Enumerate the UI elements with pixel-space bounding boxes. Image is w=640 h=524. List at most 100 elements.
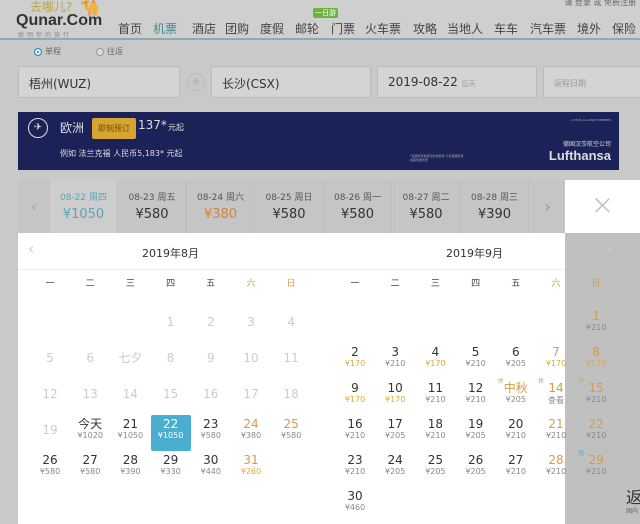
nav-item[interactable]: 车车 [494,20,518,37]
nav-item[interactable]: 酒店 [192,20,216,37]
date-strip-item[interactable]: 08-27 周二 ¥580 [392,180,461,233]
nav-item[interactable]: 门票 [331,20,355,37]
date-strip-prev-button[interactable]: ‹ [18,180,50,233]
login-links[interactable]: 请 登录 或 免费注册 [564,0,636,8]
calendar-day[interactable]: 24 ¥205 [375,451,415,487]
day-price: ¥210 [586,467,607,476]
calendar-day[interactable]: 21 ¥210 [536,415,576,451]
calendar-day[interactable]: 20 ¥210 [496,415,536,451]
close-calendar-button[interactable]: × [565,180,640,233]
nav-item[interactable]: 团购 [225,20,249,37]
logo[interactable]: Qunar.Com [16,12,102,30]
calendar-day[interactable]: 18 ¥210 [415,415,455,451]
radio-round-trip[interactable]: 往返 [96,46,123,57]
calendar-day[interactable]: 中秋 ¥205 休 [496,378,536,415]
lufthansa-ad-banner[interactable]: ✈ 欧洲 即刻预订 137* 元起 例如 法兰克福 人民币5,183* 元起 *… [18,112,619,170]
date-strip-item[interactable]: 08-22 周四 ¥1050 [50,180,118,233]
nav-item[interactable]: 火车票 [365,20,401,37]
nav-item[interactable]: 机票 [153,20,177,37]
calendar-day[interactable]: 30 ¥440 [191,451,231,487]
day-number: 4 [287,315,295,329]
calendar-day[interactable]: 28 ¥390 [110,451,150,487]
swap-cities-button[interactable]: 换 [187,73,205,91]
calendar-day[interactable]: 15 ¥210 休 [576,378,616,415]
day-price: ¥210 [505,431,526,440]
date-strip-item[interactable]: 08-24 周六 ¥380 [187,180,255,233]
nav-item[interactable]: 度假 [260,20,284,37]
depart-date-value: 2019-08-22 [388,75,458,89]
calendar-day[interactable]: 29 ¥330 [151,451,191,487]
to-city-input[interactable]: 长沙(CSX) [211,66,371,98]
calendar-day[interactable]: 26 ¥205 [456,451,496,487]
day-number: 七夕 [118,351,143,365]
date-strip-item[interactable]: 08-28 周三 ¥390 [461,180,529,233]
calendar-day[interactable]: 6 ¥205 [496,343,536,379]
weekday-label: 二 [390,279,400,289]
day-price: ¥210 [505,467,526,476]
day-price: ¥330 [160,467,181,476]
calendar-day: 9 [191,343,231,379]
nav-item[interactable]: 保险 [612,20,636,37]
date-strip-price: ¥1050 [62,207,105,222]
calendar-day[interactable]: 25 ¥205 [415,451,455,487]
depart-date-input[interactable]: 2019-08-22 后天 [377,66,537,98]
date-strip-item[interactable]: 08-23 周五 ¥580 [118,180,187,233]
date-strip-item[interactable]: 08-25 周日 ¥580 [255,180,324,233]
book-now-button[interactable]: 即刻预订 [92,118,136,139]
calendar-day[interactable]: 23 ¥580 [191,415,231,451]
calendar-day[interactable]: 17 ¥205 [375,415,415,451]
calendar-day[interactable]: 23 ¥210 [335,451,375,487]
date-strip-next-button[interactable]: › [530,180,565,233]
from-city-input[interactable]: 梧州(WUZ) [18,66,180,98]
calendar-day[interactable]: 11 ¥210 [415,379,455,415]
calendar-day[interactable]: 21 ¥1050 [110,415,150,451]
calendar-day[interactable]: 19 ¥205 [456,415,496,451]
calendar-day[interactable]: 12 ¥210 [456,379,496,415]
nav-item[interactable]: 汽车票 [530,20,566,37]
nav-item[interactable]: 邮轮 [295,20,319,37]
date-strip-item[interactable]: 08-26 周一 ¥580 [324,180,392,233]
nav-item[interactable]: 攻略 [413,20,437,37]
month-title-aug: 2019年8月 [142,247,199,260]
calendar-day[interactable]: 1 ¥210 [576,307,616,343]
calendar-day[interactable]: 25 ¥580 [271,415,311,451]
nav-item[interactable]: 首页 [118,20,142,37]
calendar-day[interactable]: 5 ¥210 [456,343,496,379]
calendar-day[interactable]: 27 ¥580 [70,451,110,487]
calendar-day[interactable]: 24 ¥380 [231,415,271,451]
radio-one-way[interactable]: 单程 [34,46,61,57]
calendar-day[interactable]: 22 ¥1050 [150,415,191,451]
calendar-day[interactable]: 27 ¥210 [496,451,536,487]
calendar-day[interactable]: 3 ¥210 [375,343,415,379]
calendar-day[interactable]: 30 ¥460 [335,487,375,523]
calendar-day[interactable]: 10 ¥170 [375,379,415,415]
calendar-day[interactable]: 4 ¥170 [415,343,455,379]
return-date-input[interactable]: 返程日期 [543,66,640,98]
radio-dot [96,47,104,56]
calendar-day[interactable]: 22 ¥210 [576,415,616,451]
calendar-day[interactable]: 29 ¥210 班 [576,450,616,487]
calendar-day[interactable]: 28 ¥210 [536,451,576,487]
day-number: 7 [552,345,560,359]
day-number: 16 [203,387,219,401]
calendar-day[interactable]: 26 ¥580 [30,451,70,487]
calendar-day[interactable]: 2 ¥170 [335,343,375,379]
nav-item[interactable]: 当地人 [447,20,483,37]
calendar-day[interactable]: 今天 ¥1020 [70,415,110,451]
day-price: ¥210 [586,323,607,332]
calendar-day[interactable]: 9 ¥170 [335,379,375,415]
day-number: 8 [166,351,175,365]
day-number: 27 [82,453,98,467]
weekday-label: 三 [125,279,135,289]
calendar-day[interactable]: 14 查看休 [536,378,576,415]
calendar-day[interactable]: 7 ¥170 [536,343,576,379]
prev-month-arrow-icon[interactable]: ‹ [28,239,34,258]
calendar-day[interactable]: 31 ¥260 [231,451,271,487]
day-price: ¥210 [586,395,607,404]
calendar-day[interactable]: 16 ¥210 [335,415,375,451]
nav-item[interactable]: 境外 [577,20,601,37]
airline-cn: 德国汉莎航空公司 [562,141,611,148]
next-month-arrow-icon[interactable]: › [606,239,612,258]
calendar-day[interactable]: 8 ¥170 [576,343,616,379]
day-price: ¥460 [344,503,366,512]
